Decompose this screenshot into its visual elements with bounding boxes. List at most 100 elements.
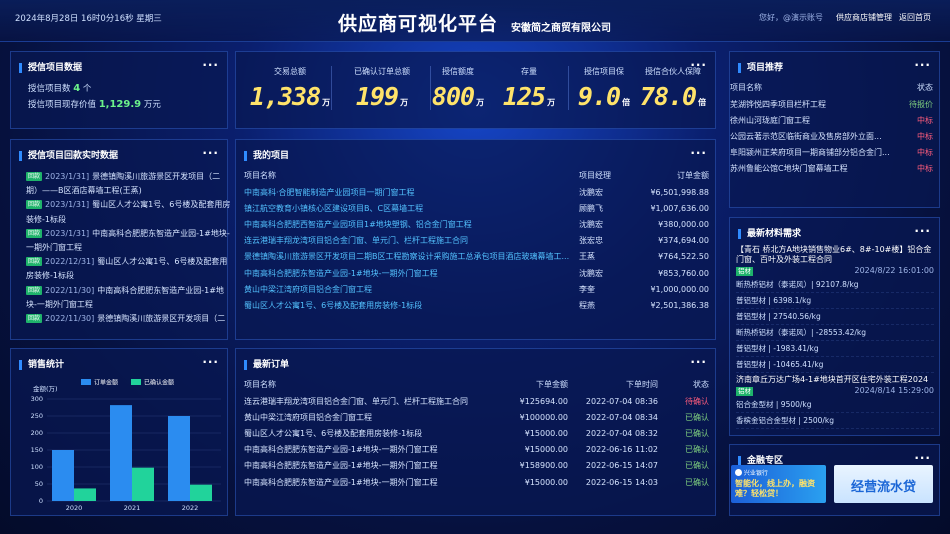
order-project-name[interactable]: 蜀山区人才公寓1号、6号楼及配套用房装修-1标段 [244, 425, 504, 441]
project-name-link[interactable]: 中南高科·合肥智能制造产业园项目一期门窗工程 [244, 184, 579, 200]
more-icon[interactable]: ··· [914, 58, 931, 72]
company-name: 安徽简之商贸有限公司 [511, 23, 611, 34]
item-date: 2023/1/31] [45, 200, 90, 210]
stat-number: 78.0 [639, 82, 697, 111]
sales-bar-chart: 金额(万) 0 50 100 150 200 250 300 订单金额 已确认金额 2020 2021… [31, 379, 221, 512]
table-row[interactable]: 连云港瑞丰翔龙湾项目铝合金门窗、单元门、栏杆工程施工合同 ¥125694.00 20… [244, 393, 709, 409]
return-home-link[interactable]: 返回首页 [899, 12, 931, 23]
more-icon[interactable]: ··· [202, 355, 219, 369]
stat-unit: 万 [476, 98, 485, 107]
order-amount: ¥374,694.00 [658, 236, 709, 246]
y-tick-label: 150 [31, 446, 43, 454]
list-item[interactable]: 回款 2023/1/31] 中南高科合肥肥东智造产业园-1#地块-一期外门窗工程 [26, 227, 231, 255]
table-row[interactable]: 蜀山区人才公寓1号、6号楼及配套用房装修-1标段 程燕 ¥2,501,386.38 [244, 297, 709, 313]
list-item[interactable]: 回款 2022/12/31] 蜀山区人才公寓1号、6号楼及配套用房装修-1标段 [26, 255, 231, 283]
more-icon[interactable]: ··· [202, 146, 219, 160]
more-icon[interactable]: ··· [914, 224, 931, 238]
y-tick-label: 50 [35, 480, 43, 488]
recommend-project-name[interactable]: 公园云著示范区临街商业及售房部外立面... [730, 128, 890, 144]
stat-number: 800 [431, 82, 475, 111]
status-badge: 已确认 [685, 461, 709, 471]
table-row[interactable]: 黄山中梁江湾府项目铝合金门窗工程 李奎 ¥1,000,000.00 [244, 281, 709, 297]
more-icon[interactable]: ··· [914, 451, 931, 465]
credit-value-label: 授信项目现存价值 [28, 100, 97, 110]
project-name-link[interactable]: 中南高科合肥肥西智造产业园项目1#地块塑钢、铝合金门窗工程 [244, 216, 579, 232]
more-icon[interactable]: ··· [202, 58, 219, 72]
status-badge: 待报价 [909, 99, 933, 109]
order-project-name[interactable]: 连云港瑞丰翔龙湾项目铝合金门窗、单元门、栏杆工程施工合同 [244, 393, 504, 409]
table-row[interactable]: 阜阳颍州正荣府项目一期商铺部分铝合金门... 中标 [730, 145, 933, 161]
table-row[interactable]: 中南高科合肥肥东智造产业园-1#地块-一期外门窗工程 ¥15000.00 2022-… [244, 474, 709, 490]
realtime-panel: 授信项目回款实时数据 ··· 回款 2023/1/31] 景德镇陶溪川旅游景区开发项… [10, 139, 231, 340]
my-projects-panel: 我的项目 ··· 项目名称 项目经理 订单金额 中南高科·合肥智能制造产业园项目… [235, 139, 716, 340]
recommend-project-name[interactable]: 阜阳颍州正荣府项目一期商铺部分铝合金门... [730, 145, 890, 161]
project-name-link[interactable]: 连云港瑞丰翔龙湾项目铝合金门窗、单元门、栏杆工程施工合同 [244, 233, 579, 249]
project-manager: 沈鹏宏 [579, 187, 603, 197]
order-time: 2022-07-04 08:36 [585, 396, 658, 406]
table-row[interactable]: 公园云著示范区临街商业及售房部外立面... 中标 [730, 128, 933, 144]
order-amount: ¥100000.00 [519, 412, 568, 422]
project-name-link[interactable]: 镇江航空教育小镇核心区建设项目B、C区幕墙工程 [244, 200, 579, 216]
table-row[interactable]: 黄山中梁江湾府项目铝合金门窗工程 ¥100000.00 2022-07-04 08:… [244, 409, 709, 425]
project-name-link[interactable]: 中南高科合肥肥东智造产业园-1#地块-一期外门窗工程 [244, 265, 579, 281]
stat-label: 授信项目保 [584, 67, 624, 76]
sales-panel: 销售统计 ··· 金额(万) 0 50 100 150 200 250 300 订单金额 已确认金… [10, 348, 228, 516]
material-group[interactable]: 【青石 桥北方A地块销售物业6#、8#-10#楼】铝合金门窗、百叶及外装工程合同… [736, 245, 934, 373]
column-header: 项目名称 [244, 171, 276, 180]
order-project-name[interactable]: 中南高科合肥肥东智造产业园-1#地块-一期外门窗工程 [244, 442, 504, 458]
table-row[interactable]: 中南高科合肥肥东智造产业园-1#地块-一期外门窗工程 沈鹏宏 ¥853,760.00 [244, 265, 709, 281]
material-line: 普铝型材 | -1983.41/kg [736, 341, 934, 357]
item-date: 2022/11/30] [45, 285, 95, 295]
credit-count-unit: 个 [82, 84, 92, 94]
credit-data-panel: 授信项目数据 ··· 授信项目数 4 个 授信项目现存价值 1,129.9 万元 [10, 51, 228, 129]
recommend-project-name[interactable]: 徐州山河珑庭门窗工程 [730, 112, 890, 128]
stat-unit: 万 [400, 98, 409, 107]
finance-banner-credit-loan[interactable]: 兴业银行 智能化，线上办，融资难？轻松贷！ [731, 465, 826, 503]
material-group[interactable]: 济南章丘万达广场4-1#地块首开区住宅外装工程2024 铝材 2024/8/14 1… [736, 375, 934, 429]
finance-banner-business-flow-loan[interactable]: 经营流水贷 [834, 465, 933, 503]
table-row[interactable]: 景德镇陶溪川旅游景区开发项目二期B区工程勘察设计采购施工总承包项目酒店玻璃幕墙工… [244, 249, 709, 265]
order-project-name[interactable]: 中南高科合肥肥东智造产业园-1#地块-一期外门窗工程 [244, 474, 504, 490]
list-item[interactable]: 回款 2022/11/30] 中南高科合肥肥东智造产业园-1#地块-一期外门窗工程 [26, 284, 231, 312]
project-name-link[interactable]: 黄山中梁江湾府项目铝合金门窗工程 [244, 281, 579, 297]
panel-title: 销售统计 [19, 360, 64, 370]
table-row[interactable]: 芜湖铧悦四季项目栏杆工程 待报价 [730, 96, 933, 112]
table-row[interactable]: 中南高科合肥肥西智造产业园项目1#地块塑钢、铝合金门窗工程 沈鹏宏 ¥380,000… [244, 216, 709, 232]
table-row[interactable]: 徐州山河珑庭门窗工程 中标 [730, 112, 933, 128]
more-icon[interactable]: ··· [690, 355, 707, 369]
x-tick-label: 2021 [124, 504, 141, 512]
project-name-link[interactable]: 蜀山区人才公寓1号、6号楼及配套用房装修-1标段 [244, 297, 579, 313]
order-project-name[interactable]: 黄山中梁江湾府项目铝合金门窗工程 [244, 409, 504, 425]
table-row[interactable]: 中南高科合肥肥东智造产业园-1#地块-一期外门窗工程 ¥15000.00 2022-… [244, 442, 709, 458]
table-row[interactable]: 中南高科合肥肥东智造产业园-1#地块-一期外门窗工程 ¥158900.00 2022… [244, 458, 709, 474]
supplier-shop-manage-link[interactable]: 供应商店铺管理 [836, 12, 892, 23]
panel-title: 授信项目回款实时数据 [19, 151, 118, 161]
list-item[interactable]: 回款 2023/1/31] 蜀山区人才公寓1号、6号楼及配套用房装修-1标段 [26, 198, 231, 226]
order-amount: ¥380,000.00 [658, 219, 709, 229]
payment-tag: 回款 [26, 172, 43, 181]
table-row[interactable]: 苏州鲁能公馆C地块门窗幕墙工程 中标 [730, 161, 933, 177]
column-header: 订单金额 [677, 171, 709, 180]
panel-title: 最新订单 [244, 360, 289, 370]
table-row[interactable]: 中南高科·合肥智能制造产业园项目一期门窗工程 沈鹏宏 ¥6,501,998.88 [244, 184, 709, 200]
order-project-name[interactable]: 中南高科合肥肥东智造产业园-1#地块-一期外门窗工程 [244, 458, 504, 474]
bar-order [110, 405, 132, 501]
recommend-project-name[interactable]: 芜湖铧悦四季项目栏杆工程 [730, 96, 890, 112]
project-name-link[interactable]: 景德镇陶溪川旅游景区开发项目二期B区工程勘察设计采购施工总承包项目酒店玻璃幕墙工… [244, 249, 579, 265]
recommend-project-name[interactable]: 苏州鲁能公馆C地块门窗幕墙工程 [730, 161, 890, 177]
table-row[interactable]: 蜀山区人才公寓1号、6号楼及配套用房装修-1标段 ¥15000.00 2022-07… [244, 425, 709, 441]
material-project-title: 【青石 桥北方A地块销售物业6#、8#-10#楼】铝合金门窗、百叶及外装工程合同 [736, 245, 932, 264]
stat-divider [430, 66, 431, 110]
order-amount: ¥15000.00 [524, 445, 568, 455]
recommend-table: 项目名称 状态 芜湖铧悦四季项目栏杆工程 待报价 徐州山河珑庭门窗工程 中标 公园云著示… [730, 79, 933, 177]
order-amount: ¥853,760.00 [658, 268, 709, 278]
list-item[interactable]: 回款 2023/1/31] 景德镇陶溪川旅游景区开发项目（二期）——B区酒店幕墙工程… [26, 170, 231, 198]
table-row[interactable]: 镇江航空教育小镇核心区建设项目B、C区幕墙工程 顾鹏飞 ¥1,007,636.00 [244, 200, 709, 216]
more-icon[interactable]: ··· [690, 146, 707, 160]
table-row[interactable]: 连云港瑞丰翔龙湾项目铝合金门窗、单元门、栏杆工程施工合同 张宏忠 ¥374,694.… [244, 233, 709, 249]
material-meta: 铝材 2024/8/22 16:01:00 [736, 265, 934, 277]
payment-tag: 回款 [26, 285, 43, 295]
payment-tag: 回款 [26, 200, 43, 210]
list-item[interactable]: 回款 2022/11/30] 景德镇陶溪川旅游景区开发项目（二 [26, 312, 231, 326]
material-line: 断热桥铝材（泰诺风）| -28553.42/kg [736, 325, 934, 341]
